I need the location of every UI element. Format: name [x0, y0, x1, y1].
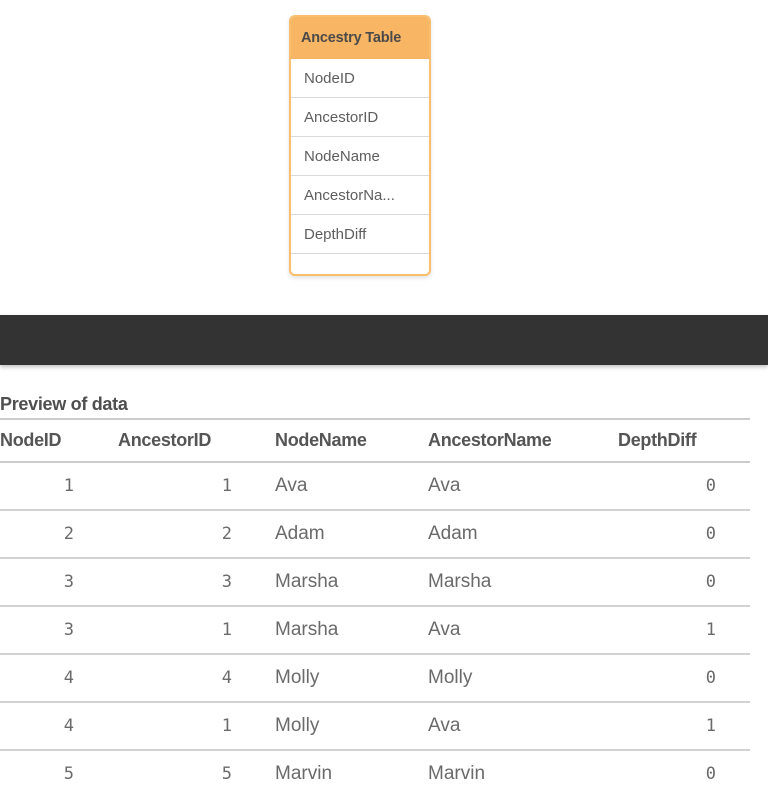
cell-depthdiff: 0: [618, 654, 750, 703]
ancestry-table-card[interactable]: Ancestry Table NodeID AncestorID NodeNam…: [289, 15, 431, 276]
column-header-nodename: NodeName: [275, 419, 428, 463]
cell-nodename: Ava: [275, 462, 428, 511]
cell-depthdiff: 0: [705, 764, 716, 784]
data-preview-panel: Preview of data NodeID AncestorID NodeNa…: [0, 390, 750, 797]
field-nodeid[interactable]: NodeID: [291, 59, 429, 98]
column-header-ancestorid: AncestorID: [118, 419, 275, 463]
cell-nodename: Marsha: [275, 558, 428, 607]
cell-nodename: Molly: [275, 702, 428, 751]
cell-depthdiff: 1: [618, 606, 750, 655]
table-row: 3 3 Marsha Marsha 0: [0, 558, 750, 607]
cell-nodename: Adam: [275, 510, 428, 559]
table-card-title: Ancestry Table: [291, 17, 429, 59]
table-header-row: NodeID AncestorID NodeName AncestorName …: [0, 419, 750, 463]
field-depthdiff[interactable]: DepthDiff: [291, 215, 429, 254]
cell-ancestorname: Adam: [428, 510, 618, 559]
cell-ancestorname: Molly: [428, 654, 618, 703]
cell-depthdiff: 0: [618, 558, 750, 607]
cell-ancestorid: 5: [221, 764, 232, 784]
table-row: 3 1 Marsha Ava 1: [0, 606, 750, 655]
field-ancestorname[interactable]: AncestorNa...: [291, 176, 429, 215]
cell-ancestorname: Marvin: [428, 763, 486, 784]
cell-depthdiff: 0: [618, 510, 750, 559]
cell-depthdiff: 1: [618, 702, 750, 751]
cell-nodeid: 5: [63, 764, 74, 784]
cell-ancestorname: Ava: [428, 606, 618, 655]
field-nodename[interactable]: NodeName: [291, 137, 429, 176]
table-row: 1 1 Ava Ava 0: [0, 462, 750, 511]
cell-ancestorid: 1: [118, 462, 275, 511]
cell-ancestorid: 1: [118, 702, 275, 751]
cell-nodeid: 4: [0, 654, 118, 703]
cell-ancestorname: Ava: [428, 462, 618, 511]
table-row: 5 5 Marvin Marvin 0: [0, 750, 750, 797]
cell-nodename: Marvin: [275, 763, 333, 784]
cell-ancestorname: Ava: [428, 702, 618, 751]
cell-nodename: Molly: [275, 654, 428, 703]
cell-nodename: Marsha: [275, 606, 428, 655]
table-row: 4 4 Molly Molly 0: [0, 654, 750, 703]
column-header-depthdiff: DepthDiff: [618, 419, 750, 463]
cell-nodeid: 1: [0, 462, 118, 511]
preview-table: NodeID AncestorID NodeName AncestorName …: [0, 418, 750, 797]
table-row: 2 2 Adam Adam 0: [0, 510, 750, 559]
cell-ancestorid: 1: [118, 606, 275, 655]
cell-depthdiff: 0: [618, 462, 750, 511]
field-empty-row: [291, 254, 429, 274]
cell-ancestorid: 3: [118, 558, 275, 607]
data-model-viewer: Ancestry Table NodeID AncestorID NodeNam…: [0, 0, 768, 804]
cell-nodeid: 3: [0, 558, 118, 607]
column-header-nodeid: NodeID: [0, 419, 118, 463]
column-header-ancestorname: AncestorName: [428, 419, 618, 463]
cell-ancestorname: Marsha: [428, 558, 618, 607]
table-row: 4 1 Molly Ava 1: [0, 702, 750, 751]
field-ancestorid[interactable]: AncestorID: [291, 98, 429, 137]
cell-nodeid: 2: [0, 510, 118, 559]
cell-ancestorid: 4: [118, 654, 275, 703]
cell-nodeid: 3: [0, 606, 118, 655]
preview-title: Preview of data: [0, 394, 128, 414]
panel-divider-bar[interactable]: [0, 315, 768, 365]
cell-ancestorid: 2: [118, 510, 275, 559]
cell-nodeid: 4: [0, 702, 118, 751]
